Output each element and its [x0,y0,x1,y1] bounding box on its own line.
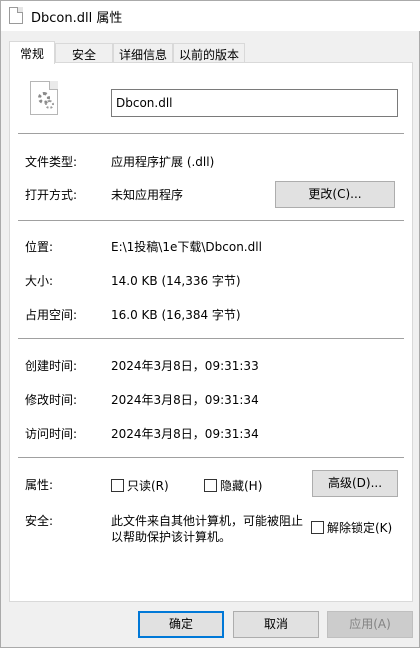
apply-button[interactable]: 应用(A) [327,611,413,638]
divider [18,338,404,339]
security-label: 安全: [25,514,54,528]
tab-security[interactable]: 安全 [55,43,113,63]
unblock-checkbox[interactable]: 解除锁定(K) [311,519,392,536]
accessed-label: 访问时间: [25,427,78,441]
checkbox-box[interactable] [311,521,324,534]
security-text-line-1: 此文件来自其他计算机，可能被阻止 [111,514,304,528]
gear-small-icon [45,100,54,109]
checkbox-box[interactable] [111,479,124,492]
attributes-label: 属性: [25,478,54,492]
created-label: 创建时间: [25,359,78,373]
size-label: 大小: [25,274,54,288]
properties-window: Dbcon.dll 属性 常规 安全 详细信息 以前的版本 Dbcon.dll … [0,0,420,648]
divider [18,220,404,221]
size-on-disk-value: 16.0 KB (16,384 字节) [111,308,241,322]
tab-details[interactable]: 详细信息 [113,43,173,63]
change-button[interactable]: 更改(C)... [275,181,395,208]
tab-general[interactable]: 常规 [9,41,55,64]
file-type-label: 文件类型: [25,155,78,169]
general-panel: Dbcon.dll 文件类型: 应用程序扩展 (.dll) 打开方式: 未知应用… [9,62,413,602]
size-value: 14.0 KB (14,336 字节) [111,274,241,288]
title-bar: Dbcon.dll 属性 [1,1,420,31]
advanced-button[interactable]: 高级(D)... [312,470,398,497]
modified-value: 2024年3月8日，09:31:34 [111,393,259,407]
created-value: 2024年3月8日，09:31:33 [111,359,259,373]
file-name-input[interactable]: Dbcon.dll [111,89,398,117]
tab-strip: 常规 安全 详细信息 以前的版本 [9,41,413,64]
modified-label: 修改时间: [25,393,78,407]
size-on-disk-label: 占用空间: [25,308,78,322]
accessed-value: 2024年3月8日，09:31:34 [111,427,259,441]
hidden-label: 隐藏(H) [220,479,263,493]
divider [18,457,404,458]
hidden-checkbox[interactable]: 隐藏(H) [204,477,262,494]
checkbox-box[interactable] [204,479,217,492]
tab-previous-versions[interactable]: 以前的版本 [173,43,245,63]
window-title: Dbcon.dll 属性 [31,11,123,26]
file-icon [9,7,23,24]
ok-button[interactable]: 确定 [138,611,224,638]
security-text-line-2: 以帮助保护该计算机。 [111,530,232,544]
dll-file-icon [30,81,58,115]
readonly-checkbox[interactable]: 只读(R) [111,477,169,494]
opens-with-label: 打开方式: [25,188,78,202]
location-value: E:\1投稿\1e下载\Dbcon.dll [111,240,262,254]
file-type-value: 应用程序扩展 (.dll) [111,155,215,169]
opens-with-value: 未知应用程序 [111,188,184,202]
location-label: 位置: [25,240,54,254]
unblock-label: 解除锁定(K) [327,521,393,535]
divider [18,133,404,134]
cancel-button[interactable]: 取消 [233,611,319,638]
readonly-label: 只读(R) [127,479,169,493]
